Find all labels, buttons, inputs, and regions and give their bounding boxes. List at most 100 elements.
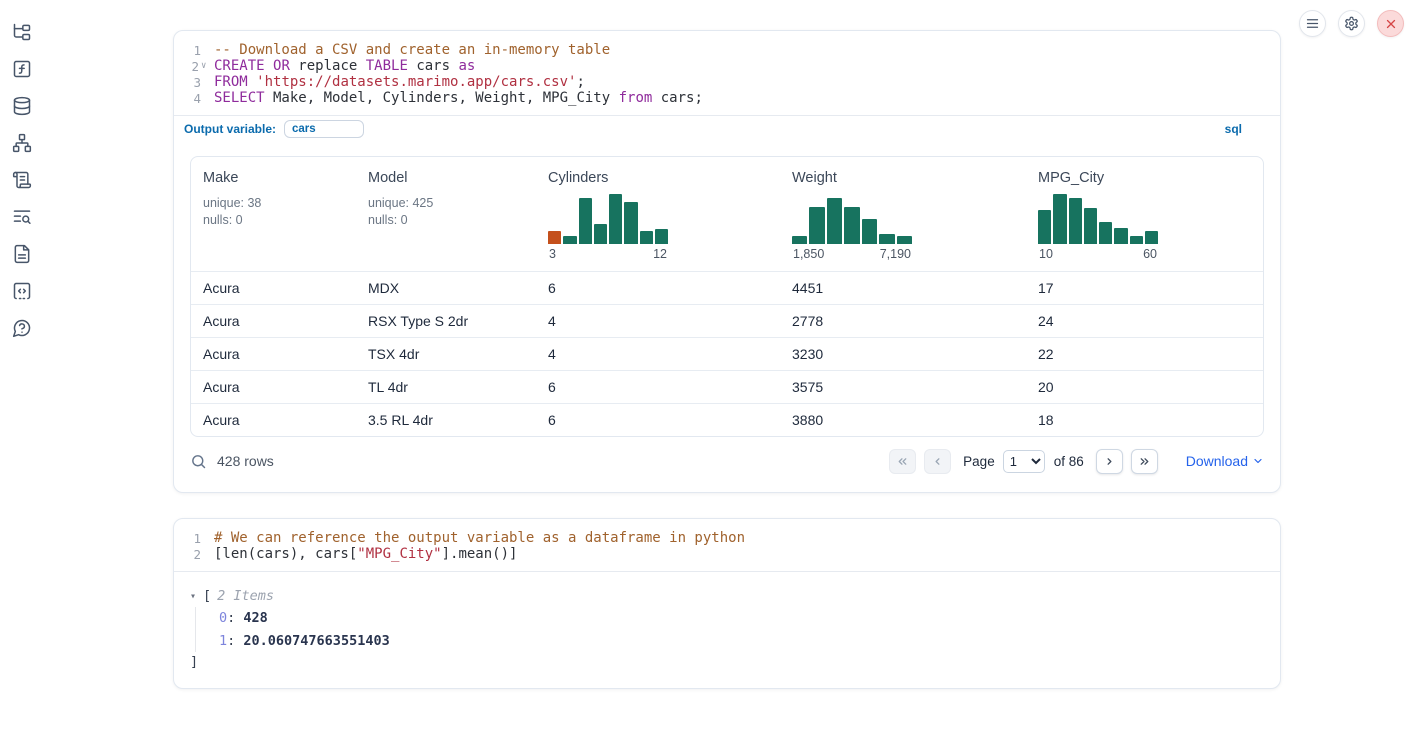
code-line: 1# We can reference the output variable … <box>174 530 1280 546</box>
histogram-bar[interactable] <box>1069 198 1082 244</box>
axis-min-label: 10 <box>1039 247 1053 261</box>
settings-button[interactable] <box>1338 10 1365 37</box>
sidebar-item-database[interactable] <box>12 96 32 116</box>
table-row[interactable]: AcuraMDX6445117 <box>191 271 1263 304</box>
histogram-bar[interactable] <box>844 207 859 244</box>
table-row[interactable]: AcuraTL 4dr6357520 <box>191 370 1263 403</box>
histogram-bar[interactable] <box>897 236 912 244</box>
next-page-button[interactable] <box>1096 449 1123 474</box>
table-cell: 20 <box>1026 379 1263 395</box>
histogram-bar[interactable] <box>1084 208 1097 244</box>
python-code-editor[interactable]: 1# We can reference the output variable … <box>174 519 1280 571</box>
menu-button[interactable] <box>1299 10 1326 37</box>
histogram-bar[interactable] <box>1099 222 1112 244</box>
item-key: 1 <box>219 633 227 649</box>
sidebar-item-snippets[interactable] <box>12 281 32 301</box>
column-header[interactable]: Cylinders312 <box>536 157 780 271</box>
histogram-bar[interactable] <box>1053 194 1066 244</box>
histogram-bar[interactable] <box>809 207 824 244</box>
table-cell: Acura <box>191 379 356 395</box>
histogram-bar[interactable] <box>1145 231 1158 244</box>
scroll-icon <box>12 170 32 190</box>
fold-chevron-icon[interactable]: ∨ <box>201 61 209 71</box>
table-row[interactable]: AcuraTSX 4dr4323022 <box>191 337 1263 370</box>
histogram-bar[interactable] <box>563 236 576 244</box>
column-title: Make <box>203 170 344 186</box>
column-header[interactable]: Weight1,8507,190 <box>780 157 1026 271</box>
download-label: Download <box>1186 453 1248 469</box>
table-cell: 17 <box>1026 280 1263 296</box>
histogram-bar[interactable] <box>655 229 668 244</box>
column-stats: unique: 425nulls: 0 <box>368 195 524 228</box>
gear-icon <box>1344 16 1359 31</box>
table-cell: 2778 <box>780 313 1026 329</box>
sidebar-item-document[interactable] <box>12 244 32 264</box>
sidebar-item-file-tree[interactable] <box>12 22 32 42</box>
code-text: SELECT Make, Model, Cylinders, Weight, M… <box>214 90 703 106</box>
column-histogram: 1060 <box>1038 192 1158 261</box>
tree-collapse-icon[interactable]: ▾ <box>190 591 203 602</box>
axis-max-label: 7,190 <box>880 247 911 261</box>
histogram-bar[interactable] <box>640 231 653 244</box>
topbar-buttons <box>1299 10 1404 37</box>
histogram-bar[interactable] <box>792 236 807 244</box>
page-select[interactable]: 1 <box>1003 450 1045 473</box>
sql-code-editor[interactable]: 1-- Download a CSV and create an in-memo… <box>174 31 1280 115</box>
histogram-bar[interactable] <box>879 234 894 244</box>
first-page-button[interactable] <box>889 449 916 474</box>
column-header[interactable]: Makeunique: 38nulls: 0 <box>191 157 356 271</box>
sidebar <box>0 0 44 729</box>
table-header: Makeunique: 38nulls: 0Modelunique: 425nu… <box>191 157 1263 271</box>
histogram-bar[interactable] <box>1130 236 1143 244</box>
sidebar-item-scroll[interactable] <box>12 170 32 190</box>
code-line: 4SELECT Make, Model, Cylinders, Weight, … <box>174 90 1280 106</box>
close-icon <box>1384 17 1398 31</box>
item-value: 428 <box>243 610 267 626</box>
sidebar-item-dependency-graph[interactable] <box>12 133 32 153</box>
column-header[interactable]: Modelunique: 425nulls: 0 <box>356 157 536 271</box>
axis-max-label: 12 <box>653 247 667 261</box>
table-row[interactable]: Acura3.5 RL 4dr6388018 <box>191 403 1263 436</box>
table-cell: Acura <box>191 412 356 428</box>
histogram-bar[interactable] <box>594 224 607 244</box>
histogram-bar[interactable] <box>548 231 561 244</box>
table-cell: 3575 <box>780 379 1026 395</box>
histogram-bar[interactable] <box>1038 210 1051 244</box>
histogram-bar[interactable] <box>609 194 622 244</box>
histogram-bar[interactable] <box>624 202 637 244</box>
item-value: 20.060747663551403 <box>243 633 389 649</box>
close-button[interactable] <box>1377 10 1404 37</box>
histogram-bar[interactable] <box>579 198 592 244</box>
line-number: 2∨ <box>174 58 214 74</box>
snippets-icon <box>12 281 32 301</box>
download-button[interactable]: Download <box>1186 453 1264 469</box>
code-text: CREATE OR replace TABLE cars as <box>214 58 475 74</box>
output-variable-input[interactable] <box>284 120 364 138</box>
histogram-bar[interactable] <box>1114 228 1127 244</box>
last-page-button[interactable] <box>1131 449 1158 474</box>
prev-page-button[interactable] <box>924 449 951 474</box>
sidebar-item-function[interactable] <box>12 59 32 79</box>
search-icon[interactable] <box>190 453 207 470</box>
language-badge[interactable]: sql <box>1225 122 1270 136</box>
column-header[interactable]: MPG_City1060 <box>1026 157 1263 271</box>
histogram-bar[interactable] <box>862 219 877 244</box>
row-count: 428 rows <box>217 453 274 469</box>
table-row[interactable]: AcuraRSX Type S 2dr4277824 <box>191 304 1263 337</box>
sidebar-item-log-search[interactable] <box>12 207 32 227</box>
table-cell: 22 <box>1026 346 1263 362</box>
dependency-graph-icon <box>12 133 32 153</box>
sidebar-item-help[interactable] <box>12 318 32 338</box>
output-variable-label: Output variable: <box>184 122 276 136</box>
file-tree-icon <box>12 22 32 42</box>
chevrons-left-icon <box>896 455 909 468</box>
histogram-bar[interactable] <box>827 198 842 244</box>
item-key: 0 <box>219 610 227 626</box>
code-text: FROM 'https://datasets.marimo.app/cars.c… <box>214 74 585 90</box>
table-cell: 18 <box>1026 412 1263 428</box>
table-cell: 4 <box>536 346 780 362</box>
sql-cell: 1-- Download a CSV and create an in-memo… <box>173 30 1281 493</box>
chevron-left-icon <box>931 455 944 468</box>
document-icon <box>12 244 32 264</box>
code-line: 1-- Download a CSV and create an in-memo… <box>174 42 1280 58</box>
